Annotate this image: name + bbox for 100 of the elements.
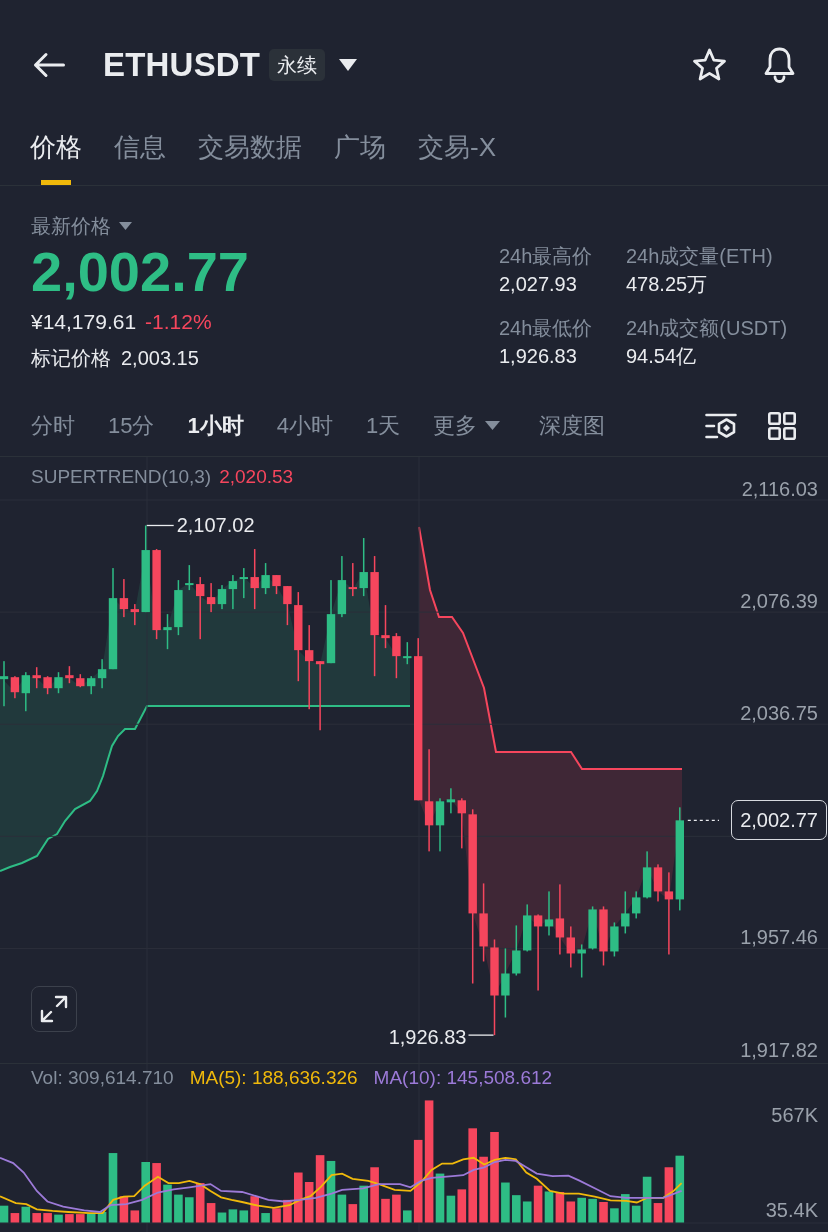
back-arrow-icon[interactable] <box>33 52 65 78</box>
candlestick <box>65 666 74 684</box>
volume-bar <box>599 1202 608 1223</box>
price-axis-label: 2,076.39 <box>740 589 818 614</box>
stat-label: 24h最高价 <box>499 244 593 269</box>
volume-legend-item: Vol: 309,614.710 <box>31 1066 174 1090</box>
last-price: 2,002.77 <box>31 242 249 302</box>
candlestick <box>381 605 390 649</box>
volume-bar <box>54 1214 63 1223</box>
price-axis-label: 1,957.46 <box>740 925 818 950</box>
interval-option[interactable]: 15分 <box>108 410 155 441</box>
candlestick <box>392 633 401 679</box>
volume-bar <box>675 1155 685 1223</box>
candlestick <box>621 891 630 934</box>
price-axis-label: 2,116.03 <box>741 477 818 501</box>
grid-icon[interactable] <box>768 411 796 440</box>
high-price-label: 2,107.02 <box>176 513 255 538</box>
volume-bar <box>261 1213 270 1223</box>
volume-axis-label: 35.4K <box>765 1198 818 1222</box>
tab[interactable]: 交易-X <box>418 130 496 185</box>
contract-type-badge: 永续 <box>269 49 326 81</box>
stat-value: 94.54亿 <box>626 344 697 369</box>
candlestick <box>283 586 292 626</box>
stat-value: 478.25万 <box>626 272 708 297</box>
candlestick <box>163 614 172 650</box>
volume-bar <box>294 1172 303 1223</box>
tab[interactable]: 交易数据 <box>198 130 302 185</box>
price-type-dropdown[interactable]: 最新价格 <box>31 212 132 240</box>
interval-option[interactable]: 深度图 <box>539 410 606 441</box>
stat-value: 1,926.83 <box>499 344 577 369</box>
candlestick <box>588 906 597 950</box>
mark-price-value: 2,003.15 <box>121 346 199 371</box>
stat-label: 24h成交量(ETH) <box>626 244 773 269</box>
volume-axis-label: 567K <box>771 1103 818 1127</box>
mark-price-label: 标记价格 <box>31 346 111 371</box>
more-dropdown[interactable]: 更多 <box>433 410 501 441</box>
volume-bar <box>152 1163 161 1223</box>
candlestick <box>577 944 586 978</box>
volume-bar <box>65 1214 74 1223</box>
stat-label: 24h最低价 <box>499 316 593 341</box>
interval-option[interactable]: 4小时 <box>276 410 333 441</box>
volume-bar <box>381 1198 390 1223</box>
stat-value: 2,027.93 <box>499 272 577 297</box>
volume-bar <box>555 1192 565 1223</box>
candlestick <box>272 575 281 595</box>
candlestick <box>185 565 194 591</box>
price-axis-label: 2,036.75 <box>740 701 818 726</box>
volume-bar <box>588 1198 597 1223</box>
bell-icon[interactable] <box>763 46 796 84</box>
volume-bar <box>228 1209 238 1223</box>
candlestick <box>403 642 412 665</box>
volume-bar <box>479 1156 488 1223</box>
interval-option[interactable]: 1天 <box>366 410 401 441</box>
candlestick <box>610 922 619 957</box>
candlestick <box>228 575 238 610</box>
volume-bar <box>272 1208 281 1223</box>
caret-icon[interactable] <box>339 59 358 71</box>
current-price-line <box>687 819 720 821</box>
tab[interactable]: 广场 <box>334 130 386 185</box>
volume-bar <box>43 1213 52 1223</box>
volume-bar <box>544 1191 554 1223</box>
volume-bar <box>163 1184 172 1223</box>
candlestick <box>501 948 510 1018</box>
volume-legend-item: MA(10): 145,508.612 <box>373 1066 553 1090</box>
volume-bar <box>76 1214 85 1223</box>
candlestick <box>239 568 248 599</box>
fullscreen-button[interactable] <box>31 986 77 1032</box>
volume-bar <box>392 1194 401 1223</box>
tab[interactable]: 价格 <box>30 130 82 185</box>
current-price-tag: 2,002.77 <box>731 800 827 841</box>
price-axis-label: 1,917.82 <box>740 1037 818 1062</box>
candlestick <box>359 538 368 597</box>
price-change: -1.12% <box>145 309 212 335</box>
candlestick <box>315 661 325 731</box>
cny-price: ¥14,179.61 <box>31 309 137 335</box>
candlestick <box>32 667 41 689</box>
tab[interactable]: 信息 <box>114 130 166 185</box>
volume-bar <box>174 1194 183 1223</box>
candlestick <box>54 672 63 694</box>
volume-bar <box>610 1208 619 1223</box>
volume-bar <box>512 1195 521 1223</box>
indicator-name: SUPERTREND(10,3) <box>31 465 212 489</box>
volume-bar <box>86 1213 96 1223</box>
interval-option[interactable]: 分时 <box>31 410 75 441</box>
caret-icon <box>119 222 132 230</box>
volume-bar <box>370 1167 379 1223</box>
candlestick <box>43 676 52 695</box>
caret-icon <box>485 421 501 430</box>
high-leader-line <box>146 524 175 527</box>
candlestick <box>217 585 227 610</box>
low-leader-line <box>467 1034 495 1036</box>
volume-bar <box>501 1182 510 1223</box>
symbol-title[interactable]: ETHUSDT <box>103 46 261 84</box>
candlestick <box>250 549 259 610</box>
star-icon[interactable] <box>692 48 727 82</box>
candlestick <box>174 580 183 636</box>
interval-option[interactable]: 1小时 <box>187 410 244 441</box>
volume-legend-item: MA(5): 188,636.326 <box>189 1066 358 1090</box>
volume-bar <box>577 1197 586 1223</box>
volume-bar <box>566 1201 576 1223</box>
